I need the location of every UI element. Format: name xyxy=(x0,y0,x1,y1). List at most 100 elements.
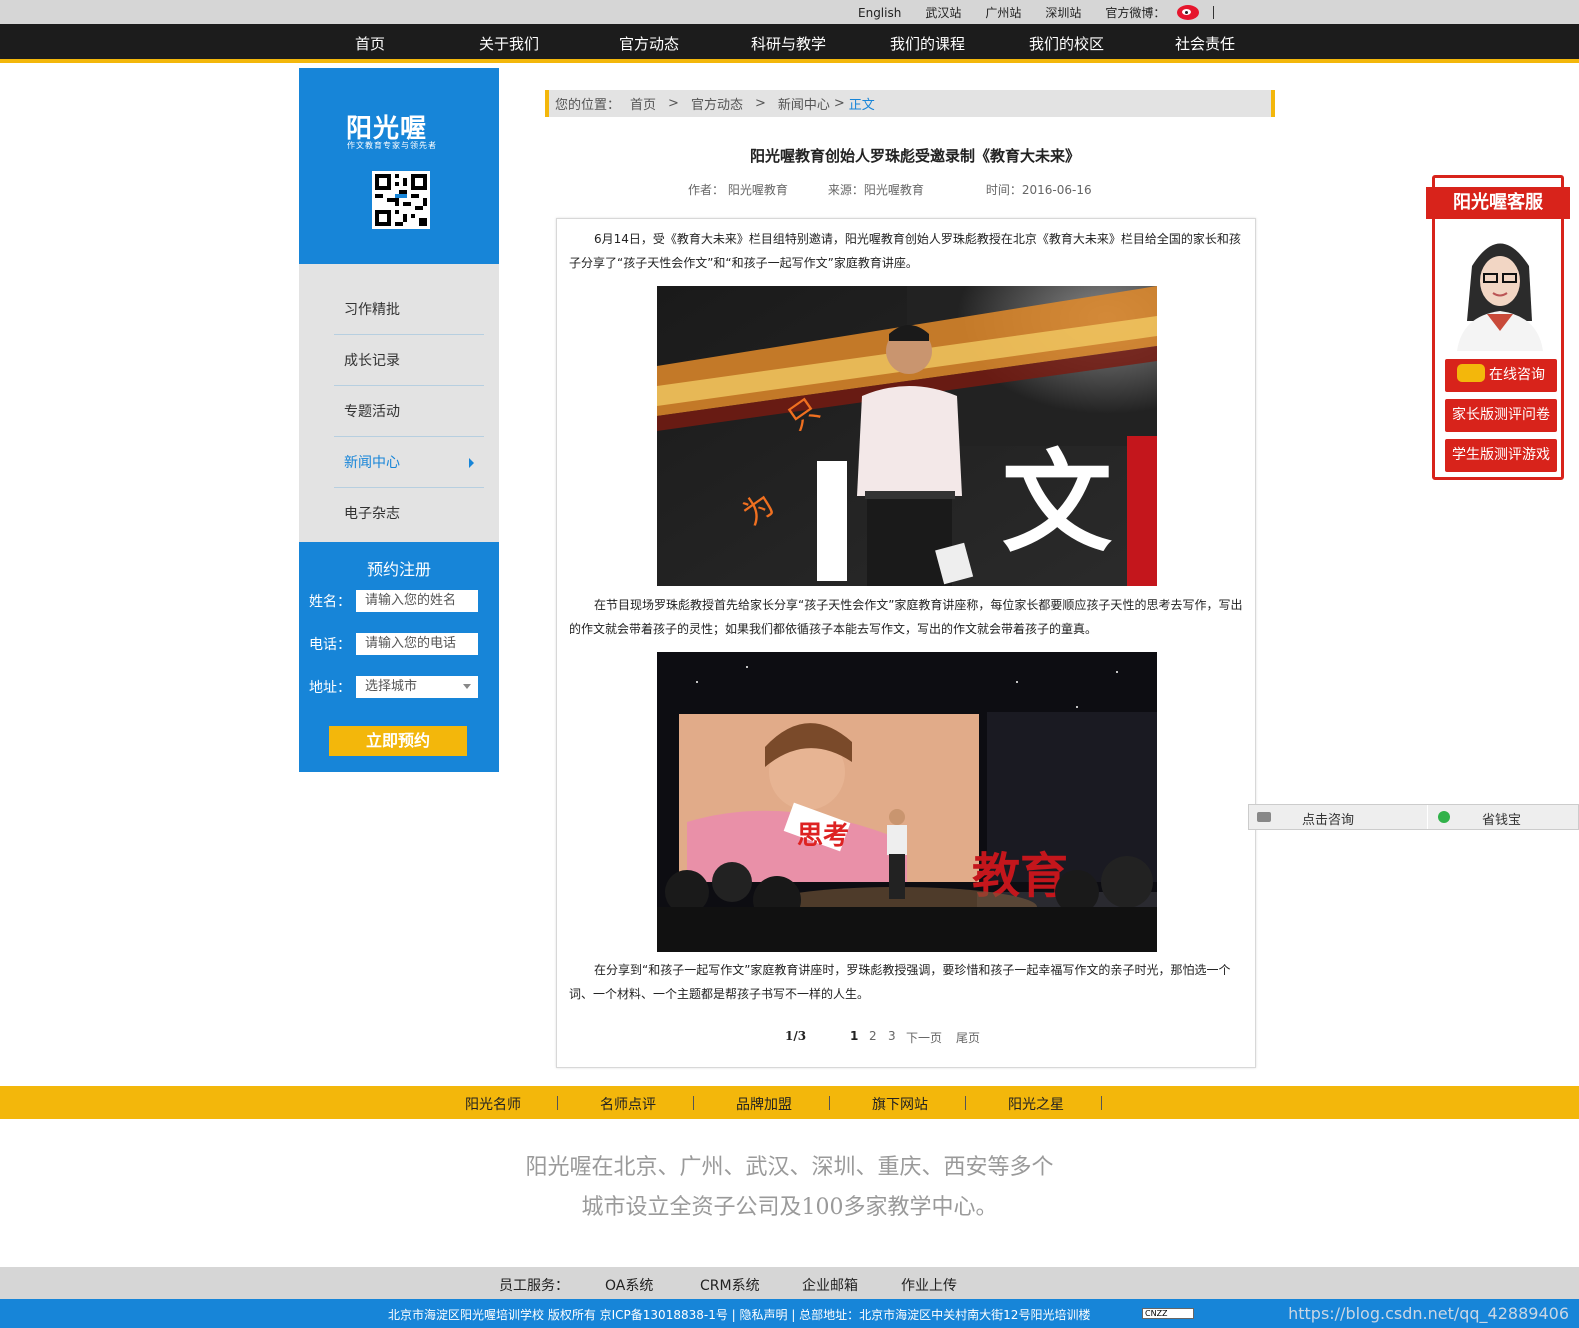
article-paragraph: 6月14日，受《教育大未来》栏目组特别邀请，阳光喔教育创始人罗珠彪教授在北京《教… xyxy=(569,232,1241,270)
guangzhou-site-link[interactable]: 广州站 xyxy=(985,4,1021,21)
submenu-label: 专题活动 xyxy=(344,404,400,420)
article-photo-lecture: 思考 教育 xyxy=(657,652,1157,952)
parent-survey-button[interactable]: 家长版测评问卷 xyxy=(1445,399,1557,432)
nav-campuses[interactable]: 我们的校区 xyxy=(1029,33,1104,54)
nav-about[interactable]: 关于我们 xyxy=(479,33,539,54)
submenu-label: 电子杂志 xyxy=(344,506,400,522)
online-consult-button[interactable]: 在线咨询 xyxy=(1445,359,1557,392)
cnzz-badge[interactable]: CNZZ xyxy=(1142,1308,1194,1319)
page-1[interactable]: 1 xyxy=(850,1029,858,1043)
footer-link-franchise[interactable]: 品牌加盟 xyxy=(736,1094,792,1114)
divider xyxy=(557,1096,558,1110)
divider xyxy=(1213,6,1215,19)
submenu-item-e-magazine[interactable]: 电子杂志 xyxy=(334,488,484,539)
nav-social[interactable]: 社会责任 xyxy=(1175,33,1235,54)
nav-research[interactable]: 科研与教学 xyxy=(751,33,826,54)
click-consult-button[interactable]: 点击咨询 xyxy=(1302,809,1354,828)
divider xyxy=(693,1096,694,1110)
photo-stage-text: 文 xyxy=(1002,439,1112,567)
service-title: 阳光喔客服 xyxy=(1426,187,1570,219)
watermark-text: https://blog.csdn.net/qq_42889406 xyxy=(1288,1304,1569,1323)
student-game-button[interactable]: 学生版测评游戏 xyxy=(1445,439,1557,472)
submenu-label: 新闻中心 xyxy=(344,455,400,471)
slogan-line: 城市设立全资子公司及100多家教学中心。 xyxy=(581,1195,998,1220)
nav-home[interactable]: 首页 xyxy=(355,33,385,54)
save-money-button[interactable]: 省钱宝 xyxy=(1482,809,1521,828)
breadcrumb-news[interactable]: 官方动态 xyxy=(691,94,743,113)
article-author: 作者： 阳光喔教育 xyxy=(688,183,788,197)
sub-menu: 习作精批 成长记录 专题活动 新闻中心 电子杂志 xyxy=(299,264,499,542)
article-title: 阳光喔教育创始人罗珠彪受邀录制《教育大未来》 xyxy=(749,147,1080,165)
chat-bubble-icon xyxy=(1457,364,1485,382)
submenu-item-topic-events[interactable]: 专题活动 xyxy=(334,386,484,437)
name-row: 姓名： 请输入您的姓名 xyxy=(309,590,489,612)
top-links: English 武汉站 广州站 深圳站 官方微博： xyxy=(858,4,1215,21)
staff-services-label: 员工服务： xyxy=(499,1278,569,1294)
weibo-icon[interactable] xyxy=(1177,5,1200,20)
logo-slogan: 作文教育专家与领先者 xyxy=(347,141,437,150)
staff-link-homework[interactable]: 作业上传 xyxy=(901,1275,957,1295)
submenu-item-news-center[interactable]: 新闻中心 xyxy=(334,437,484,488)
staff-services-bar: 员工服务： OA系统 CRM系统 企业邮箱 作业上传 xyxy=(0,1267,1579,1299)
page-2[interactable]: 2 xyxy=(869,1029,877,1043)
online-consult-label: 在线咨询 xyxy=(1489,367,1545,383)
nav-news[interactable]: 官方动态 xyxy=(619,33,679,54)
article-photo-stage: 只 为 文 xyxy=(657,286,1157,586)
shenzhen-site-link[interactable]: 深圳站 xyxy=(1045,4,1081,21)
name-label: 姓名： xyxy=(309,594,351,610)
address-label: 地址： xyxy=(309,680,351,696)
service-agent-avatar xyxy=(1447,226,1553,351)
submenu-item-essay-review[interactable]: 习作精批 xyxy=(334,284,484,335)
chat-bar: 点击咨询 省钱宝 xyxy=(1248,804,1579,830)
breadcrumb-prefix: 您的位置： xyxy=(555,98,621,113)
copyright-bar: 北京市海淀区阳光喔培训学校 版权所有 京ICP备13018838-1号 | 隐私… xyxy=(0,1299,1579,1328)
divider xyxy=(829,1096,830,1110)
breadcrumb-home[interactable]: 首页 xyxy=(630,94,656,113)
top-utility-bar: English 武汉站 广州站 深圳站 官方微博： xyxy=(0,0,1579,24)
copyright-text: 北京市海淀区阳光喔培训学校 版权所有 京ICP备13018838-1号 | 隐私… xyxy=(388,1308,1091,1322)
breadcrumb-news-center[interactable]: 新闻中心 xyxy=(778,94,830,113)
footer-link-stars[interactable]: 阳光之星 xyxy=(1008,1094,1064,1114)
page-3[interactable]: 3 xyxy=(888,1029,896,1043)
english-link[interactable]: English xyxy=(858,6,901,20)
breadcrumb-separator-icon: > xyxy=(668,96,679,111)
submenu-label: 习作精批 xyxy=(344,302,400,318)
divider xyxy=(1101,1096,1102,1110)
book-now-button[interactable]: 立即预约 xyxy=(329,726,467,756)
online-status-icon xyxy=(1438,811,1450,823)
article-meta: 作者： 阳光喔教育 来源：阳光喔教育 时间：2016-06-16 xyxy=(688,181,1092,198)
last-page[interactable]: 尾页 xyxy=(956,1029,980,1046)
article-paragraph: 在节目现场罗珠彪教授首先给家长分享“孩子天性会作文”家庭教育讲座称，每位家长都要… xyxy=(569,598,1243,636)
breadcrumb-separator-icon: > xyxy=(833,96,845,111)
submenu-label: 成长记录 xyxy=(344,353,400,369)
left-sidebar: 阳光喔 作文教育专家与领先者 习作精批 成长记录 专题活动 新闻中心 电子杂志 … xyxy=(299,68,499,772)
submenu-item-growth-record[interactable]: 成长记录 xyxy=(334,335,484,386)
footer-link-sites[interactable]: 旗下网站 xyxy=(872,1094,928,1114)
breadcrumb-current: 正文 xyxy=(848,98,875,113)
breadcrumb-separator-icon: > xyxy=(754,96,766,111)
next-page[interactable]: 下一页 xyxy=(906,1029,942,1046)
customer-service-panel: 阳光喔客服 在线咨询 家长版测评问卷 学生版测评游戏 xyxy=(1426,175,1570,480)
brand-panel: 阳光喔 作文教育专家与领先者 xyxy=(299,68,499,264)
article-paragraph: 在分享到“和孩子一起写作文”家庭教育讲座时，罗珠彪教授强调，要珍惜和孩子一起幸福… xyxy=(569,963,1231,1001)
footer-links-bar: 阳光名师 名师点评 品牌加盟 旗下网站 阳光之星 xyxy=(0,1086,1579,1119)
staff-link-mail[interactable]: 企业邮箱 xyxy=(802,1275,858,1295)
staff-link-oa[interactable]: OA系统 xyxy=(605,1275,653,1295)
phone-input[interactable]: 请输入您的电话 xyxy=(356,633,478,655)
phone-row: 电话： 请输入您的电话 xyxy=(309,633,489,655)
staff-link-crm[interactable]: CRM系统 xyxy=(700,1275,760,1295)
name-input[interactable]: 请输入您的姓名 xyxy=(356,590,478,612)
booking-title: 预约注册 xyxy=(366,560,431,579)
city-select[interactable]: 选择城市 xyxy=(356,676,478,698)
chevron-right-icon xyxy=(469,458,474,468)
phone-label: 电话： xyxy=(309,637,351,653)
article-source: 来源：阳光喔教育 xyxy=(827,183,924,197)
footer-link-teachers[interactable]: 阳光名师 xyxy=(465,1094,521,1114)
divider xyxy=(1427,805,1428,829)
nav-courses[interactable]: 我们的课程 xyxy=(890,33,965,54)
divider xyxy=(965,1096,966,1110)
footer-link-reviews[interactable]: 名师点评 xyxy=(600,1094,656,1114)
photo-screen-text: 思考 xyxy=(797,821,849,851)
wuhan-site-link[interactable]: 武汉站 xyxy=(925,4,961,21)
address-row: 地址： 选择城市 xyxy=(309,676,489,698)
